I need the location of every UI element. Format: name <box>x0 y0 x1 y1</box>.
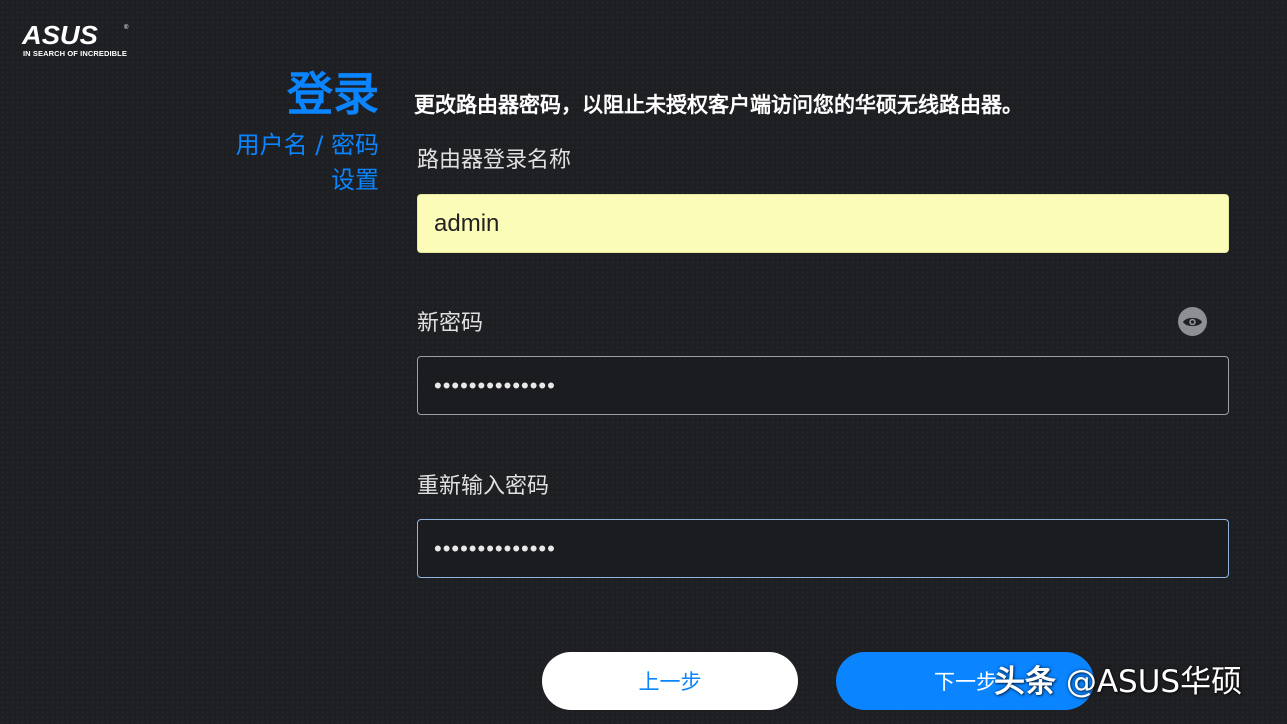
previous-step-button[interactable]: 上一步 <box>542 652 798 710</box>
new-password-input[interactable]: •••••••••••••• <box>417 356 1229 415</box>
logo-registered-mark: ® <box>124 25 129 31</box>
eye-icon <box>1183 317 1202 326</box>
next-step-label: 下一步 <box>934 670 997 694</box>
instruction-text: 更改路由器密码，以阻止未授权客户端访问您的华硕无线路由器。 <box>414 93 1023 117</box>
step-title: 登录 <box>287 67 379 121</box>
new-password-value: •••••••••••••• <box>434 372 556 398</box>
step-subtitle: 用户名 / 密码 设置 <box>179 128 379 198</box>
show-password-button[interactable] <box>1178 307 1207 336</box>
step-subtitle-line2: 设置 <box>331 166 379 194</box>
watermark-handle: @ASUS华硕 <box>1056 664 1243 700</box>
new-password-label: 新密码 <box>417 311 484 336</box>
username-label: 路由器登录名称 <box>417 148 572 173</box>
watermark: 头条 @ASUS华硕 <box>994 660 1242 704</box>
confirm-password-value: •••••••••••••• <box>434 535 556 561</box>
logo-wordmark: ASUS <box>22 20 98 50</box>
watermark-prefix: 头条 <box>994 664 1056 700</box>
username-input[interactable]: admin <box>417 194 1229 253</box>
logo-tagline: IN SEARCH OF INCREDIBLE <box>23 49 127 58</box>
username-value: admin <box>434 209 500 237</box>
confirm-password-input[interactable]: •••••••••••••• <box>417 519 1229 578</box>
asus-logo: ASUS ® IN SEARCH OF INCREDIBLE <box>22 22 132 62</box>
previous-step-label: 上一步 <box>638 670 702 694</box>
confirm-password-label: 重新输入密码 <box>417 474 550 499</box>
step-subtitle-line1: 用户名 / 密码 <box>235 131 379 159</box>
